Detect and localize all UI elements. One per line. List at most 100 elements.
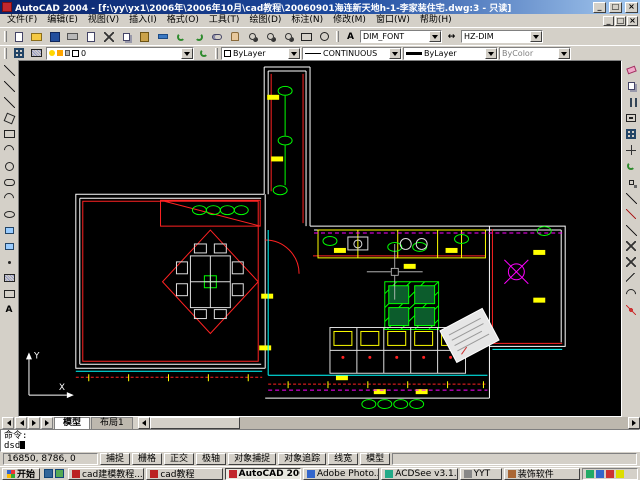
lineweight-dropdown-button[interactable] (485, 48, 497, 59)
menu-modify[interactable]: 修改(M) (328, 14, 371, 27)
scrollbar-track[interactable] (240, 417, 628, 429)
layer-states-button[interactable] (28, 47, 45, 60)
match-properties-button[interactable] (154, 29, 171, 44)
layer-combo[interactable]: 0 (46, 47, 194, 60)
stretch-button[interactable] (623, 190, 639, 206)
taskbar-task-7[interactable]: 装饰软件 (504, 468, 580, 480)
zoom-realtime-button[interactable] (244, 29, 261, 44)
mirror-button[interactable] (623, 94, 639, 110)
toolbar-grip[interactable] (4, 48, 7, 59)
scroll-left-button[interactable] (138, 417, 150, 429)
taskbar-task-2[interactable]: cad教程 (146, 468, 222, 480)
text-style-dropdown-button[interactable] (429, 31, 441, 42)
color-combo[interactable]: ByLayer (221, 47, 301, 60)
menu-dimension[interactable]: 标注(N) (286, 14, 328, 27)
pan-button[interactable] (226, 29, 243, 44)
plot-preview-button[interactable] (82, 29, 99, 44)
taskbar-task-autocad[interactable]: AutoCAD 200... (225, 468, 301, 480)
menu-help[interactable]: 帮助(H) (415, 14, 457, 27)
toolbar-grip[interactable] (4, 31, 7, 42)
tab-layout1[interactable]: 布局1 (91, 417, 133, 429)
dim-style-button[interactable]: ↔ (443, 29, 460, 44)
paste-button[interactable] (136, 29, 153, 44)
otrack-toggle[interactable]: 对象追踪 (278, 453, 326, 465)
offset-button[interactable] (623, 110, 639, 126)
menu-format[interactable]: 格式(O) (162, 14, 204, 27)
copy-object-button[interactable] (623, 78, 639, 94)
region-button[interactable] (1, 286, 17, 302)
cut-button[interactable] (100, 29, 117, 44)
ellipse-button[interactable] (1, 206, 17, 222)
linetype-dropdown-button[interactable] (389, 48, 401, 59)
drawing-area[interactable]: Y X (18, 60, 622, 417)
layer-on-bulb-icon[interactable] (49, 50, 55, 56)
menu-view[interactable]: 视图(V) (83, 14, 124, 27)
taskbar-task-5[interactable]: ACDSee v3.1... (381, 468, 457, 480)
horizontal-scrollbar[interactable] (138, 417, 640, 429)
lineweight-toggle[interactable]: 线宽 (328, 453, 358, 465)
break-button[interactable] (623, 254, 639, 270)
scale-button[interactable] (623, 174, 639, 190)
mtext-button[interactable]: A (1, 302, 17, 318)
zoom-previous-button[interactable] (280, 29, 297, 44)
linetype-combo[interactable]: CONTINUOUS (302, 47, 402, 60)
line-button[interactable] (1, 62, 17, 78)
hatch-button[interactable] (1, 270, 17, 286)
tray-icon-1[interactable] (586, 470, 594, 478)
menu-tools[interactable]: 工具(T) (204, 14, 245, 27)
open-button[interactable] (28, 29, 45, 44)
redo-button[interactable] (190, 29, 207, 44)
spline-button[interactable] (1, 190, 17, 206)
explode-button[interactable] (623, 302, 639, 318)
maximize-button[interactable]: □ (609, 2, 622, 13)
qnew-button[interactable] (10, 29, 27, 44)
point-button[interactable] (1, 254, 17, 270)
first-tab-button[interactable] (2, 417, 14, 429)
make-block-button[interactable] (1, 238, 17, 254)
properties-button[interactable] (298, 29, 315, 44)
save-button[interactable] (46, 29, 63, 44)
command-input-line[interactable]: dsd (4, 441, 636, 451)
tab-model[interactable]: 模型 (54, 417, 90, 429)
mdi-minimize-button[interactable]: _ (603, 16, 614, 26)
break-point-button[interactable] (623, 238, 639, 254)
fillet-button[interactable] (623, 286, 639, 302)
layer-previous-button[interactable] (195, 47, 212, 60)
menu-insert[interactable]: 插入(I) (124, 14, 162, 27)
tray-icon-2[interactable] (596, 470, 604, 478)
mdi-close-button[interactable]: × (627, 16, 638, 26)
lineweight-combo[interactable]: ByLayer (403, 47, 498, 60)
tray-icon-4[interactable] (616, 470, 624, 478)
next-tab-button[interactable] (28, 417, 40, 429)
erase-button[interactable] (623, 62, 639, 78)
arc-button[interactable] (1, 142, 17, 158)
revision-cloud-button[interactable] (1, 174, 17, 190)
trim-button[interactable] (623, 206, 639, 222)
minimize-button[interactable]: _ (593, 2, 606, 13)
quick-launch-icon-1[interactable] (44, 469, 53, 478)
extend-button[interactable] (623, 222, 639, 238)
undo-button[interactable] (172, 29, 189, 44)
scrollbar-thumb[interactable] (150, 417, 240, 429)
command-line-window[interactable]: 命令: dsd (0, 429, 640, 452)
polar-toggle[interactable]: 极轴 (196, 453, 226, 465)
model-toggle[interactable]: 模型 (360, 453, 390, 465)
layer-freeze-sun-icon[interactable] (57, 50, 63, 56)
dim-style-combo[interactable]: HZ-DIM (461, 30, 543, 43)
move-button[interactable] (623, 142, 639, 158)
text-style-combo[interactable]: DIM_FONT (360, 30, 442, 43)
insert-block-button[interactable] (1, 222, 17, 238)
layer-dropdown-button[interactable] (181, 48, 193, 59)
copy-button[interactable] (118, 29, 135, 44)
menu-file[interactable]: 文件(F) (2, 14, 42, 27)
rectangle-button[interactable] (1, 126, 17, 142)
dim-style-dropdown-button[interactable] (530, 31, 542, 42)
rotate-button[interactable] (623, 158, 639, 174)
taskbar-task-4[interactable]: Adobe Photo... (303, 468, 379, 480)
construction-line-button[interactable] (1, 78, 17, 94)
menu-window[interactable]: 窗口(W) (371, 14, 415, 27)
start-button[interactable]: 开始 (2, 468, 40, 480)
taskbar-task-6[interactable]: YYT (460, 468, 502, 480)
plot-button[interactable] (64, 29, 81, 44)
text-style-button[interactable]: A (342, 29, 359, 44)
